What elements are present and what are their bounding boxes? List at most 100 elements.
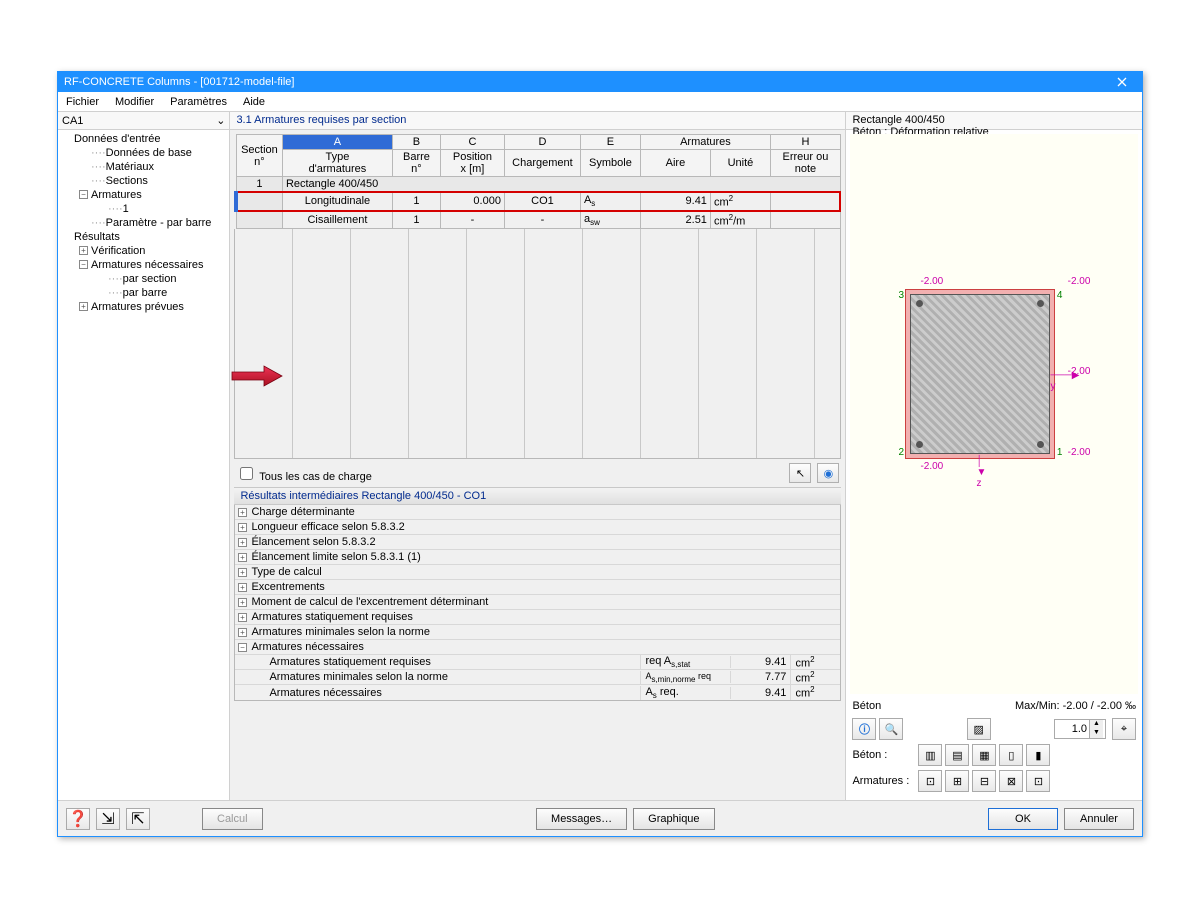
beton-view-5[interactable]: ▮ [1026, 744, 1050, 766]
section-status: Béton Max/Min: -2.00 / -2.00 ‰ [846, 698, 1142, 714]
col-letter-c[interactable]: C [440, 135, 504, 150]
expand-icon[interactable]: + [238, 583, 247, 592]
nav-resultats[interactable]: Résultats [58, 230, 229, 244]
expand-icon[interactable]: + [79, 246, 88, 255]
scale-spinner[interactable]: ▲▼ [1054, 719, 1106, 739]
nav-verification[interactable]: +Vérification [58, 244, 229, 258]
nav-armatures-1[interactable]: ····1 [58, 202, 229, 216]
menu-parametres[interactable]: Paramètres [162, 94, 235, 110]
nav-param-barre[interactable]: ····Paramètre - par barre [58, 216, 229, 230]
nav-par-barre[interactable]: ····par barre [58, 286, 229, 300]
expand-icon[interactable]: + [79, 302, 88, 311]
nav-arm-necessaires[interactable]: −Armatures nécessaires [58, 258, 229, 272]
col-erreur[interactable]: Erreur ounote [770, 150, 840, 177]
inter-row-expanded[interactable]: −Armatures nécessaires [235, 640, 840, 655]
close-button[interactable] [1102, 72, 1142, 92]
find-button[interactable]: 🔍 [879, 718, 903, 740]
arm-view-4[interactable]: ⊠ [999, 770, 1023, 792]
inter-detail-row[interactable]: Armatures nécessairesAs req.9.41cm2 [235, 685, 840, 700]
inter-row[interactable]: +Armatures minimales selon la norme [235, 625, 840, 640]
nav-donnees-entree[interactable]: Données d'entrée [58, 132, 229, 146]
col-barre[interactable]: Barren° [392, 150, 440, 177]
ok-button[interactable]: OK [988, 808, 1058, 830]
col-letter-h[interactable]: H [770, 135, 840, 150]
scale-input[interactable] [1055, 722, 1089, 736]
export-button[interactable]: ⇲ [96, 808, 120, 830]
arm-view-1[interactable]: ⊡ [918, 770, 942, 792]
help-button[interactable]: ❓ [66, 808, 90, 830]
col-aire[interactable]: Aire [640, 150, 710, 177]
col-chargement[interactable]: Chargement [504, 150, 580, 177]
inter-row[interactable]: +Armatures statiquement requises [235, 610, 840, 625]
col-letter-a[interactable]: A [282, 135, 392, 150]
col-letter-b[interactable]: B [392, 135, 440, 150]
expand-icon[interactable]: + [238, 523, 247, 532]
col-position[interactable]: Positionx [m] [440, 150, 504, 177]
expand-icon[interactable]: + [238, 568, 247, 577]
nav-arm-prevues[interactable]: +Armatures prévues [58, 300, 229, 314]
hatch-button[interactable]: ▨ [967, 718, 991, 740]
info-icon: ⓘ [859, 721, 870, 737]
col-letter-e[interactable]: E [580, 135, 640, 150]
nav-donnees-base[interactable]: ····Données de base [58, 146, 229, 160]
beton-view-3[interactable]: ▦ [972, 744, 996, 766]
expand-icon[interactable]: + [238, 538, 247, 547]
inter-row[interactable]: +Moment de calcul de l'excentrement déte… [235, 595, 840, 610]
col-section[interactable]: Sectionn° [236, 135, 282, 177]
nav-materiaux[interactable]: ····Matériaux [58, 160, 229, 174]
arm-view-2[interactable]: ⊞ [945, 770, 969, 792]
grid-row-cisaillement[interactable]: Cisaillement 1 - - asw 2.51 cm2/m [236, 211, 840, 229]
arm-view-3[interactable]: ⊟ [972, 770, 996, 792]
info-button[interactable]: ⓘ [852, 718, 876, 740]
expand-icon[interactable]: + [238, 553, 247, 562]
nav-armatures[interactable]: −Armatures [58, 188, 229, 202]
expand-icon[interactable]: + [238, 598, 247, 607]
calcul-button[interactable]: Calcul [202, 808, 263, 830]
zoom-reset-button[interactable]: ⌖ [1112, 718, 1136, 740]
col-symbole[interactable]: Symbole [580, 150, 640, 177]
expand-icon[interactable]: + [238, 508, 247, 517]
spin-up-icon[interactable]: ▲ [1089, 720, 1103, 729]
grid-section-row[interactable]: 1 Rectangle 400/450 [236, 177, 840, 193]
pointer-tool-button[interactable]: ↖ [789, 463, 811, 483]
col-letter-d[interactable]: D [504, 135, 580, 150]
dim-label: -2.00 [920, 461, 943, 472]
inter-row[interactable]: +Excentrements [235, 580, 840, 595]
beton-view-2[interactable]: ▤ [945, 744, 969, 766]
messages-button[interactable]: Messages… [536, 808, 627, 830]
grid-row-longitudinale[interactable]: Longitudinale 1 0.000 CO1 As 9.41 cm2 [236, 192, 840, 211]
col-armatures[interactable]: Armatures [640, 135, 770, 150]
check-all-load-cases[interactable]: Tous les cas de charge [236, 464, 371, 483]
import-button[interactable]: ⇱ [126, 808, 150, 830]
beton-view-4[interactable]: ▯ [999, 744, 1023, 766]
annuler-button[interactable]: Annuler [1064, 808, 1134, 830]
collapse-icon[interactable]: − [79, 260, 88, 269]
nav-par-section[interactable]: ····par section [58, 272, 229, 286]
collapse-icon[interactable]: − [238, 643, 247, 652]
col-type[interactable]: Typed'armatures [282, 150, 392, 177]
case-selector[interactable]: CA1 ⌄ [58, 112, 229, 130]
beton-view-1[interactable]: ▥ [918, 744, 942, 766]
arm-view-5[interactable]: ⊡ [1026, 770, 1050, 792]
menu-fichier[interactable]: Fichier [58, 94, 107, 110]
menu-modifier[interactable]: Modifier [107, 94, 162, 110]
collapse-icon[interactable]: − [79, 190, 88, 199]
inter-row[interactable]: +Longueur efficace selon 5.8.3.2 [235, 520, 840, 535]
inter-row[interactable]: +Charge déterminante [235, 505, 840, 520]
inter-row[interactable]: +Type de calcul [235, 565, 840, 580]
inter-detail-row[interactable]: Armatures minimales selon la normeAs,min… [235, 670, 840, 685]
inter-row[interactable]: +Élancement limite selon 5.8.3.1 (1) [235, 550, 840, 565]
menu-aide[interactable]: Aide [235, 94, 273, 110]
eye-tool-button[interactable]: ◉ [817, 463, 839, 483]
inter-detail-row[interactable]: Armatures statiquement requisesreq As,st… [235, 655, 840, 670]
col-unite[interactable]: Unité [710, 150, 770, 177]
panel-title: 3.1 Armatures requises par section [230, 112, 845, 130]
section-drawing[interactable]: 3 4 2 1 -2.00 -2.00 -2.00 -2.00 -2.00 ──… [850, 134, 1138, 694]
nav-sections[interactable]: ····Sections [58, 174, 229, 188]
expand-icon[interactable]: + [238, 613, 247, 622]
expand-icon[interactable]: + [238, 628, 247, 637]
spin-down-icon[interactable]: ▼ [1089, 729, 1103, 738]
graphique-button[interactable]: Graphique [633, 808, 714, 830]
check-all-load-cases-box[interactable] [240, 467, 253, 480]
inter-row[interactable]: +Élancement selon 5.8.3.2 [235, 535, 840, 550]
